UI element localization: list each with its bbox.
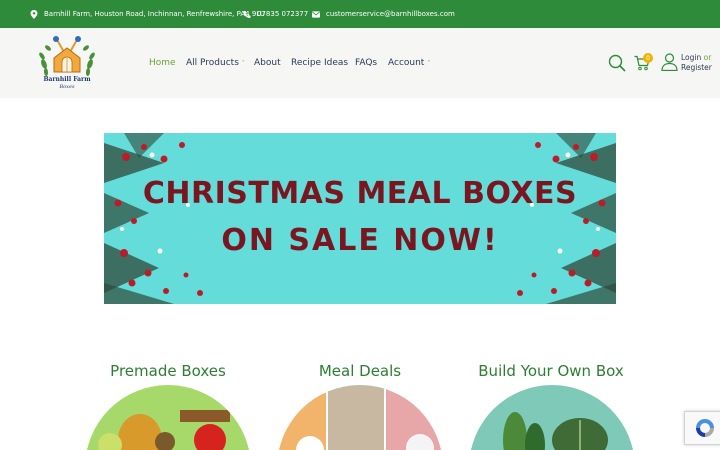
user-icon[interactable]: [661, 53, 678, 75]
envelope-icon: [312, 10, 320, 18]
nav-recipe-ideas[interactable]: Recipe Ideas: [291, 56, 348, 70]
phone-info[interactable]: 07835 072377: [243, 0, 308, 28]
category-title-build-your-own-box[interactable]: Build Your Own Box: [471, 362, 631, 380]
search-icon[interactable]: [608, 54, 626, 76]
nav-about-label: About: [254, 58, 281, 68]
nav-home-label: Home: [149, 58, 176, 68]
recaptcha-icon: [695, 419, 714, 437]
address-text: Barnhill Farm, Houston Road, Inchinnan, …: [44, 10, 265, 18]
nav-about[interactable]: About: [254, 56, 281, 70]
register-link[interactable]: Register: [681, 63, 712, 73]
phone-text: 07835 072377: [257, 10, 309, 18]
build-your-own-box-image[interactable]: [465, 380, 640, 450]
nav-account[interactable]: Account ˅: [388, 56, 430, 70]
meal-deals-image[interactable]: [270, 380, 445, 450]
nav-recipe-ideas-label: Recipe Ideas: [291, 58, 349, 68]
category-title-meal-deals[interactable]: Meal Deals: [280, 362, 440, 380]
christmas-banner[interactable]: CHRISTMAS MEAL BOXES ON SALE NOW!: [104, 133, 616, 304]
logo-subname: Boxes: [59, 84, 75, 90]
nav-all-products[interactable]: All Products ˅: [186, 56, 245, 70]
login-link[interactable]: Login: [681, 53, 701, 62]
recaptcha-badge[interactable]: [684, 411, 720, 445]
banner-decoration: [104, 133, 616, 304]
or-text: or: [703, 53, 712, 62]
banner-headline: CHRISTMAS MEAL BOXES: [142, 176, 578, 211]
chevron-down-icon: ˅: [427, 59, 431, 67]
nav-faqs[interactable]: FAQs: [355, 56, 377, 70]
email-info[interactable]: customerservice@barnhillboxes.com: [312, 0, 455, 28]
email-text: customerservice@barnhillboxes.com: [326, 10, 455, 18]
top-info-bar: Barnhill Farm, Houston Road, Inchinnan, …: [0, 0, 720, 28]
login-register: Login or Register: [681, 53, 712, 73]
nav-all-products-label: All Products: [186, 58, 239, 68]
nav-faqs-label: FAQs: [355, 58, 378, 68]
site-header: Barnhill Farm Boxes Home All Products ˅ …: [0, 28, 720, 98]
nav-home[interactable]: Home: [149, 56, 176, 70]
nav-account-label: Account: [388, 58, 425, 68]
chevron-down-icon: ˅: [241, 59, 245, 67]
banner-subheadline: ON SALE NOW!: [221, 223, 499, 258]
phone-icon: [243, 10, 251, 18]
address-info: Barnhill Farm, Houston Road, Inchinnan, …: [30, 0, 265, 28]
map-pin-icon: [30, 9, 38, 19]
logo-name: Barnhill Farm: [43, 76, 91, 83]
category-title-premade-boxes[interactable]: Premade Boxes: [88, 362, 248, 380]
premade-boxes-image[interactable]: [80, 380, 260, 450]
cart-count-badge: 0: [643, 53, 653, 63]
